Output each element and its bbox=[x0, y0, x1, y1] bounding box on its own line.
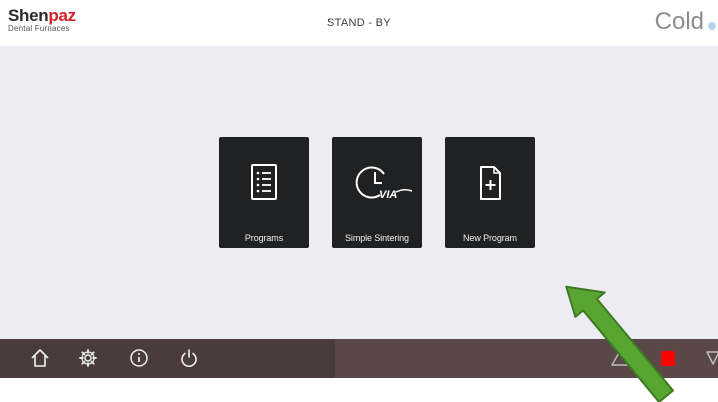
power-icon[interactable] bbox=[178, 347, 200, 369]
simple-sintering-tile[interactable]: VIA Simple Sintering bbox=[332, 137, 422, 248]
program-list-icon bbox=[251, 164, 277, 200]
temperature-indicator-icon bbox=[708, 22, 716, 30]
programs-tile[interactable]: Programs bbox=[219, 137, 309, 248]
main-panel: Programs VIA Simple Sintering New Progra… bbox=[0, 46, 718, 339]
new-document-icon bbox=[480, 166, 501, 200]
footer-bar bbox=[0, 339, 718, 378]
stop-icon[interactable] bbox=[661, 351, 675, 366]
home-icon[interactable] bbox=[29, 347, 51, 369]
new-program-tile[interactable]: New Program bbox=[445, 137, 535, 248]
down-triangle-icon[interactable] bbox=[706, 349, 718, 367]
header-bar: Shenpaz Dental Furnaces STAND - BY Cold bbox=[0, 0, 718, 46]
warning-triangle-icon[interactable] bbox=[610, 349, 630, 367]
clock-via-icon: VIA bbox=[355, 166, 413, 201]
info-icon[interactable] bbox=[128, 347, 150, 369]
new-program-label: New Program bbox=[463, 233, 517, 243]
programs-label: Programs bbox=[244, 233, 284, 243]
simple-sintering-label: Simple Sintering bbox=[345, 233, 409, 243]
temperature-label: Cold bbox=[654, 8, 704, 35]
gear-icon[interactable] bbox=[77, 347, 99, 369]
status-text: STAND - BY bbox=[327, 17, 391, 29]
svg-text:VIA: VIA bbox=[379, 189, 397, 201]
